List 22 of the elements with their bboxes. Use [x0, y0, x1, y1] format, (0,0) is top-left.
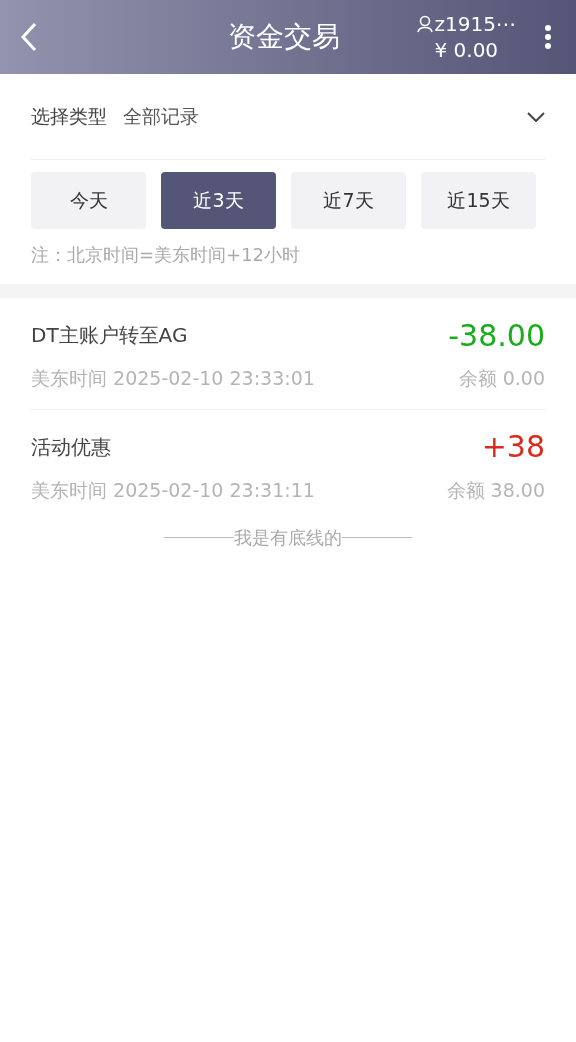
user-icon: [416, 15, 433, 33]
page-title: 资金交易: [228, 23, 340, 51]
chevron-down-icon: [527, 111, 545, 122]
account-balance: ¥ 0.00: [434, 40, 499, 60]
back-icon: [20, 22, 38, 52]
more-icon: [544, 24, 552, 50]
transaction-balance: 余额 0.00: [458, 366, 545, 391]
transaction-time: 美东时间 2025-02-10 23:31:11: [31, 477, 315, 503]
end-of-list-text: 我是有底线的: [234, 526, 342, 550]
timezone-note: 注：北京时间=美东时间+12小时: [31, 243, 302, 267]
transaction-time: 美东时间 2025-02-10 23:33:01: [31, 366, 315, 391]
date-range-tab[interactable]: 近15天: [421, 172, 536, 229]
transaction-title: 活动优惠: [31, 433, 111, 461]
date-range-tab[interactable]: 近3天: [161, 172, 276, 229]
date-range-tab[interactable]: 今天: [31, 172, 146, 229]
transaction-amount: +38: [481, 428, 545, 466]
date-range-tab[interactable]: 近7天: [291, 172, 406, 229]
username: z1915⋯: [434, 14, 516, 34]
transaction-title: DT主账户转至AG: [31, 322, 188, 349]
transaction-balance: 余额 38.00: [446, 477, 545, 503]
type-select[interactable]: 选择类型 全部记录: [31, 74, 545, 160]
transaction-amount: -38.00: [448, 316, 545, 355]
